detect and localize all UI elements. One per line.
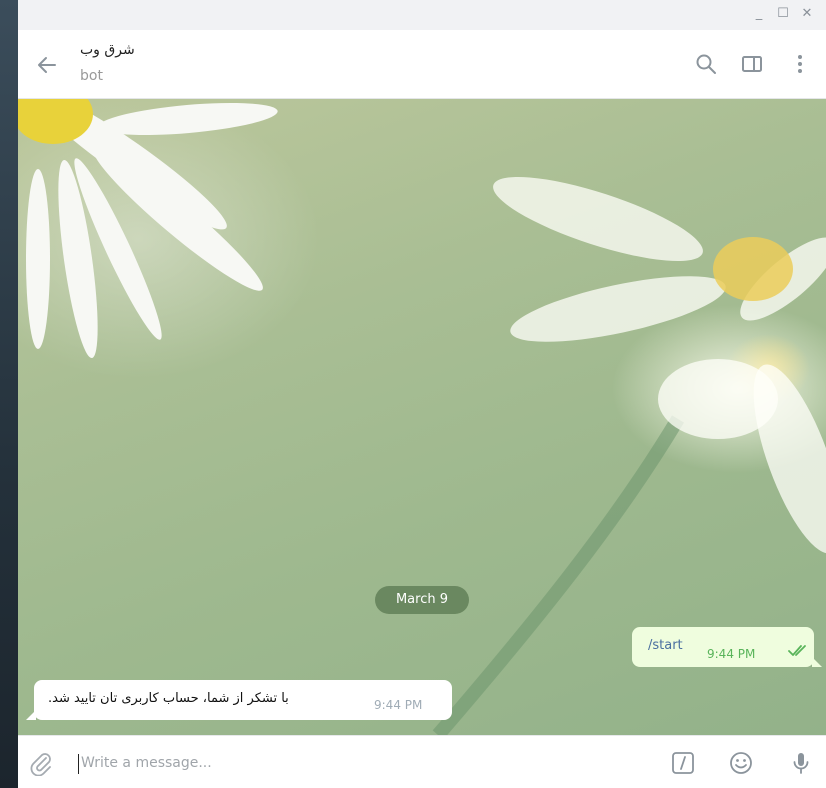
attach-button[interactable] [28, 750, 54, 777]
emoji-icon [730, 752, 752, 774]
minimize-button[interactable]: _ [748, 4, 770, 24]
double-check-icon [788, 645, 806, 656]
search-button[interactable] [694, 52, 718, 76]
paperclip-icon [30, 753, 51, 777]
title-bar: _ ☐ ✕ [18, 0, 826, 30]
sidebar-toggle-button[interactable] [740, 52, 764, 76]
text-cursor [78, 754, 79, 774]
chat-status: bot [80, 68, 103, 84]
chat-header: شرق وب bot [18, 30, 826, 99]
more-vertical-icon [798, 55, 802, 73]
chat-title[interactable]: شرق وب [80, 42, 135, 58]
more-menu-button[interactable] [788, 52, 812, 76]
back-button[interactable] [34, 52, 60, 78]
emoji-button[interactable] [728, 750, 754, 776]
close-button[interactable]: ✕ [796, 4, 818, 24]
sidebar-toggle-icon [742, 56, 762, 72]
message-text: با تشکر از شما، حساب کاربری تان تایید شد… [48, 691, 289, 706]
arrow-left-icon [38, 57, 56, 73]
voice-record-button[interactable] [788, 750, 814, 776]
outgoing-message[interactable]: /start 9:44 PM [632, 627, 822, 667]
incoming-message[interactable]: با تشکر از شما، حساب کاربری تان تایید شد… [26, 680, 452, 720]
chat-area[interactable]: March 9 /start 9:44 PM با تشکر از شما، ح… [18, 99, 826, 735]
date-separator: March 9 [375, 586, 469, 614]
message-time: 9:44 PM [707, 647, 756, 661]
slash-command-icon [672, 752, 694, 774]
desktop-background [0, 0, 18, 788]
bot-commands-button[interactable] [670, 750, 696, 776]
maximize-button[interactable]: ☐ [772, 4, 794, 24]
message-input[interactable] [81, 751, 501, 775]
microphone-icon [793, 753, 809, 774]
message-composer [18, 735, 826, 788]
bubble-tail [26, 710, 36, 720]
bubble-tail [812, 657, 822, 667]
search-icon [696, 54, 716, 74]
telegram-window: _ ☐ ✕ شرق وب bot March 9 /start 9:44 PM … [18, 0, 826, 788]
message-time: 9:44 PM [374, 698, 423, 712]
message-command-link[interactable]: /start [648, 638, 683, 653]
